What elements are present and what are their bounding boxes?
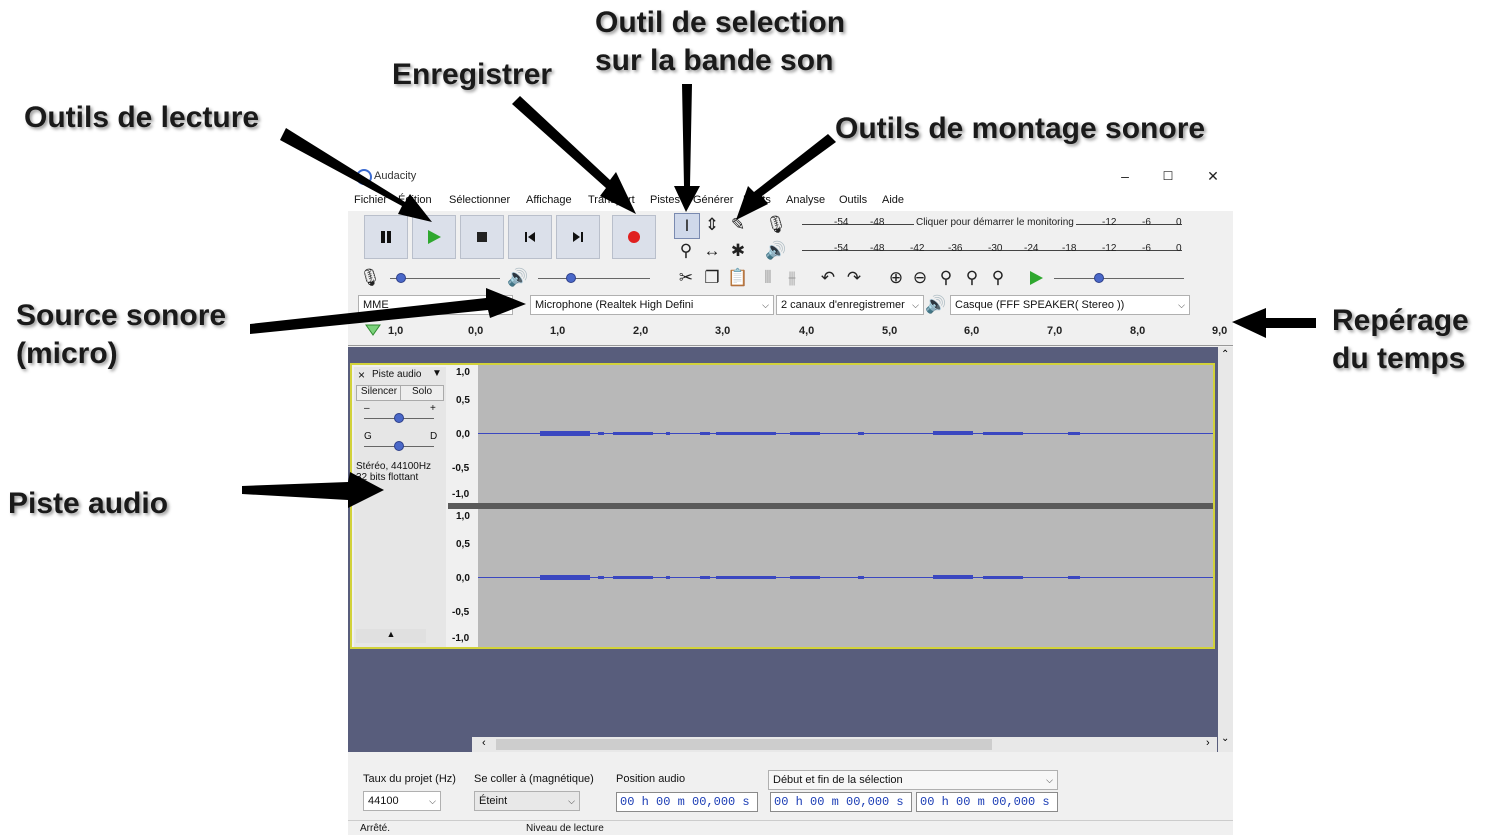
arrow-record	[512, 96, 636, 214]
arrow-selection	[674, 84, 700, 212]
annotation-arrows	[242, 84, 1316, 508]
arrow-timeline	[1232, 308, 1316, 338]
arrow-source	[250, 288, 526, 334]
arrow-track	[242, 472, 384, 508]
arrow-playback	[280, 128, 432, 222]
arrow-editing	[736, 134, 836, 220]
